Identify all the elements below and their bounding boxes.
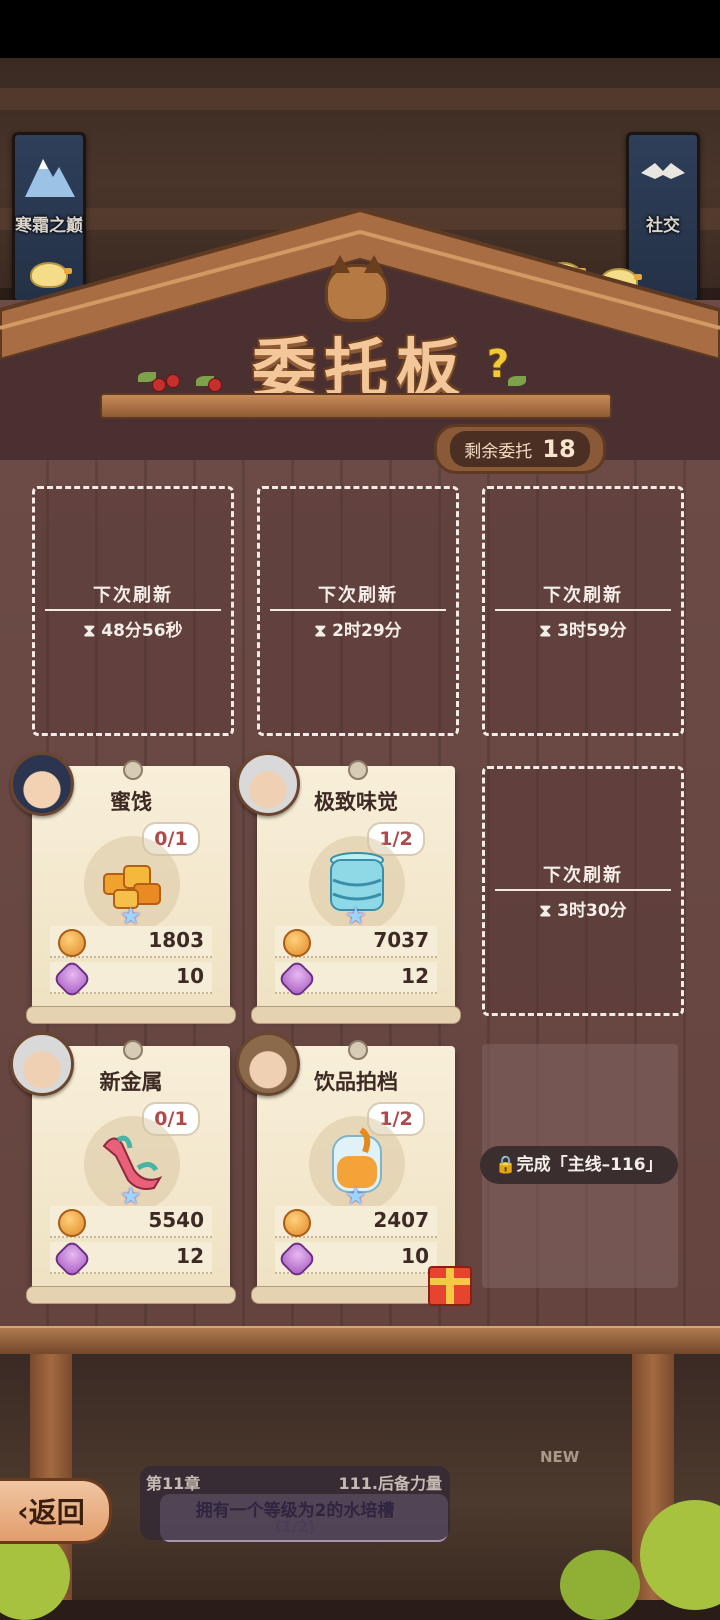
gold-amount: 1803 — [148, 928, 204, 952]
gold-coin-icon — [58, 1209, 86, 1237]
gem-icon — [52, 959, 92, 999]
remaining-commissions-badge: 剩余委托 18 — [434, 424, 606, 474]
quest-chapter: 第11章 — [146, 1474, 201, 1493]
refresh-timer: ⧗ 2时29分 — [314, 621, 402, 641]
gold-amount: 2407 — [373, 1208, 429, 1232]
divider — [270, 609, 446, 611]
gem-icon — [277, 959, 317, 999]
gold-coin-icon — [283, 929, 311, 957]
gem-icon — [277, 1239, 317, 1279]
chevron-left-icon: ‹ — [17, 1494, 29, 1528]
bush-decoration — [560, 1550, 640, 1620]
next-refresh-label: 下次刷新 — [318, 585, 398, 606]
gold-reward: 1803 — [50, 926, 212, 958]
new-badge: NEW — [540, 1448, 580, 1466]
refresh-timer: ⧗ 3时30分 — [539, 901, 627, 921]
gem-amount: 12 — [176, 1244, 204, 1268]
gold-reward: 2407 — [275, 1206, 437, 1238]
quest-title: 111.后备力量 — [338, 1474, 442, 1493]
gem-amount: 10 — [401, 1244, 429, 1268]
status-bar — [0, 0, 720, 58]
gold-coin-icon — [58, 929, 86, 957]
gold-amount: 5540 — [148, 1208, 204, 1232]
remaining-label: 剩余委托 — [464, 441, 533, 462]
divider — [495, 889, 671, 891]
title-shelf — [100, 393, 612, 419]
birds-icon — [641, 163, 685, 179]
empty-commission-slot[interactable]: 下次刷新 ⧗ 3时59分 — [482, 486, 684, 736]
gem-reward: 12 — [50, 1239, 212, 1279]
empty-commission-slot[interactable]: 下次刷新 ⧗ 48分56秒 — [32, 486, 234, 736]
customer-avatar — [10, 752, 74, 816]
gem-reward: 10 — [50, 959, 212, 999]
gem-icon — [52, 1239, 92, 1279]
next-refresh-label: 下次刷新 — [543, 865, 623, 886]
next-refresh-label: 下次刷新 — [543, 585, 623, 606]
pin-icon — [123, 760, 143, 780]
remaining-count: 18 — [542, 435, 576, 463]
gold-reward: 7037 — [275, 926, 437, 958]
refresh-timer: ⧗ 3时59分 — [539, 621, 627, 641]
pin-icon — [123, 1040, 143, 1060]
berry-decoration-icon — [208, 378, 222, 392]
gold-coin-icon — [283, 1209, 311, 1237]
gem-reward: 12 — [275, 959, 437, 999]
mountain-icon — [25, 159, 75, 197]
quest-progress: (1/2) — [274, 1518, 316, 1536]
leaf-decoration-icon — [508, 376, 526, 386]
divider — [45, 609, 221, 611]
next-refresh-label: 下次刷新 — [93, 585, 173, 606]
empty-commission-slot[interactable]: 下次刷新 ⧗ 2时29分 — [257, 486, 459, 736]
customer-avatar — [10, 1032, 74, 1096]
customer-avatar — [236, 752, 300, 816]
gold-amount: 7037 — [373, 928, 429, 952]
berry-decoration-icon — [166, 374, 180, 388]
pin-icon — [348, 1040, 368, 1060]
gem-amount: 12 — [401, 964, 429, 988]
empty-commission-slot[interactable]: 下次刷新 ⧗ 3时30分 — [482, 766, 684, 1016]
gem-amount: 10 — [176, 964, 204, 988]
gem-reward: 10 — [275, 1239, 437, 1279]
refresh-timer: ⧗ 48分56秒 — [83, 621, 183, 641]
main-quest-panel[interactable]: 第11章 111.后备力量 拥有一个等级为2的水培槽 (1/2) — [140, 1466, 450, 1540]
back-button[interactable]: ‹ 返回 — [0, 1478, 112, 1544]
pin-icon — [348, 760, 368, 780]
unlock-requirement: 🔒完成「主线–116」 — [480, 1146, 678, 1184]
back-label: 返回 — [28, 1496, 85, 1529]
berry-decoration-icon — [152, 378, 166, 392]
gold-reward: 5540 — [50, 1206, 212, 1238]
cat-emblem-icon — [325, 255, 389, 322]
board-bottom-beam — [0, 1326, 720, 1356]
gift-box-icon[interactable] — [428, 1266, 472, 1306]
customer-avatar — [236, 1032, 300, 1096]
divider — [495, 609, 671, 611]
